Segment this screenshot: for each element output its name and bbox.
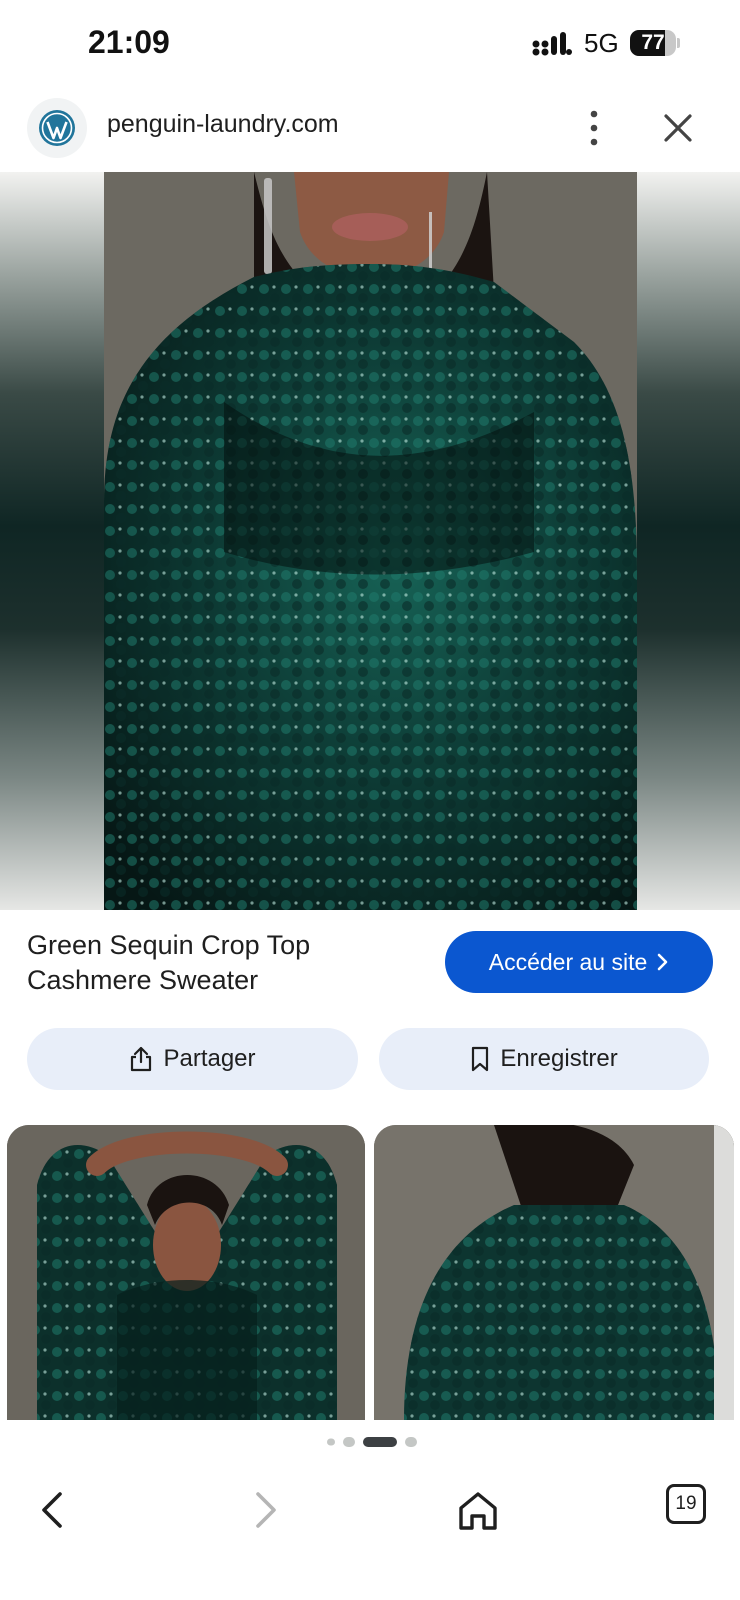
product-photo (104, 172, 637, 910)
product-image[interactable] (0, 172, 740, 910)
share-icon (131, 1046, 152, 1072)
carousel-dot (405, 1437, 417, 1447)
related-image-1[interactable] (7, 1125, 365, 1420)
carousel-dot (363, 1437, 397, 1447)
home-icon[interactable] (452, 1484, 504, 1536)
browser-url-bar: penguin-laundry.com (0, 90, 740, 172)
product-title-line2: Cashmere Sweater (27, 965, 259, 995)
save-button[interactable]: Enregistrer (379, 1028, 709, 1090)
battery-icon: 77 (630, 30, 680, 56)
chevron-right-icon (657, 953, 668, 971)
carousel-dot (343, 1437, 355, 1447)
battery-level: 77 (641, 31, 665, 54)
network-type: 5G (584, 28, 619, 58)
forward-icon[interactable] (238, 1484, 290, 1536)
tabs-icon[interactable]: 19 (666, 1484, 706, 1524)
status-time: 21:09 (88, 24, 170, 60)
save-label: Enregistrer (500, 1045, 618, 1072)
signal-icon (532, 32, 572, 56)
share-button[interactable]: Partager (27, 1028, 358, 1090)
product-title[interactable]: Green Sequin Crop Top Cashmere Sweater (27, 928, 417, 998)
tab-count: 19 (675, 1493, 697, 1514)
related-image-2[interactable] (374, 1125, 734, 1420)
carousel-dot (327, 1438, 335, 1446)
carousel-indicator (327, 1437, 417, 1447)
more-vert-icon[interactable] (578, 106, 610, 150)
visit-site-label: Accéder au site (488, 948, 648, 975)
status-bar: 21:09 5G 77 (0, 0, 740, 90)
share-label: Partager (163, 1045, 256, 1072)
visit-site-button[interactable]: Accéder au site (445, 931, 713, 993)
product-title-line1: Green Sequin Crop Top (27, 930, 311, 960)
bookmark-icon (472, 1046, 489, 1072)
back-icon[interactable] (28, 1484, 80, 1536)
page-url[interactable]: penguin-laundry.com (107, 110, 339, 139)
close-icon[interactable] (660, 110, 696, 146)
wordpress-icon[interactable] (27, 98, 87, 158)
bottom-nav: 19 (0, 1462, 740, 1600)
